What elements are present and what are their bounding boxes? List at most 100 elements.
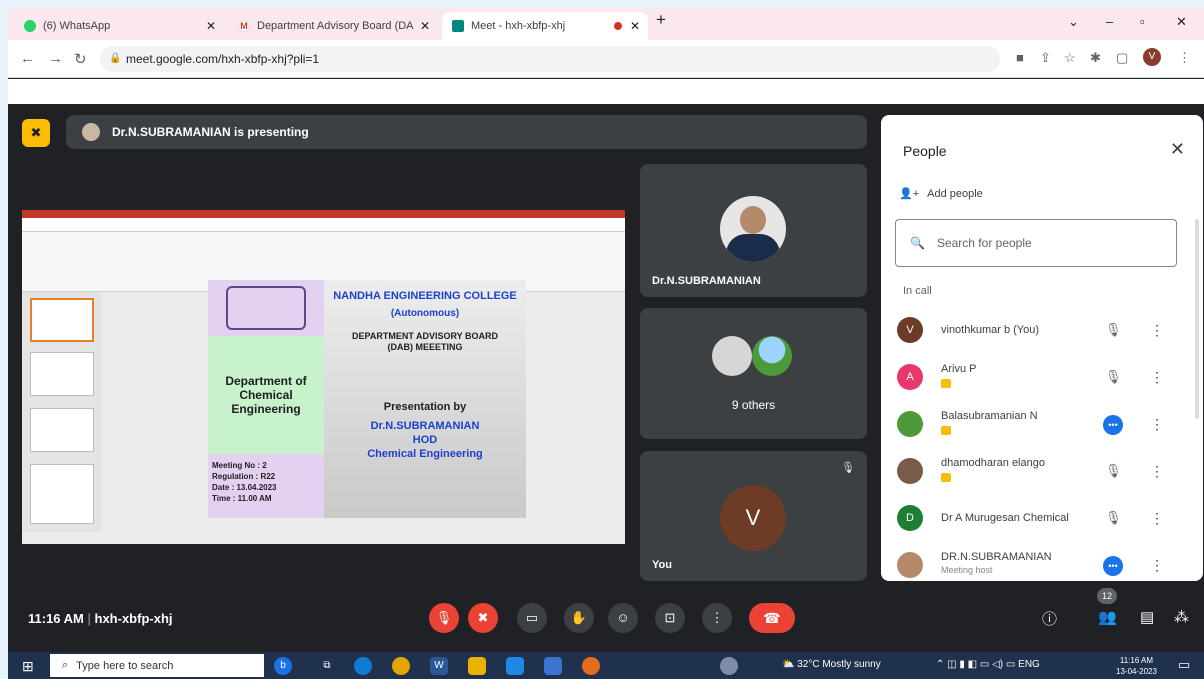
presenting-badge-icon	[941, 473, 951, 482]
chrome-icon[interactable]	[392, 657, 410, 675]
more-options-icon[interactable]: ⋮	[1150, 557, 1164, 574]
share-icon[interactable]: ⇪	[1040, 50, 1051, 66]
mail-icon[interactable]	[506, 657, 524, 675]
more-options-icon[interactable]: ⋮	[1150, 510, 1164, 527]
meeting-info-icon[interactable]: ⓘ	[1042, 608, 1057, 629]
search-icon: ⌕	[62, 659, 69, 671]
url-field[interactable]: 🔒 meet.google.com/hxh-xbfp-xhj?pli=1	[100, 46, 1000, 72]
close-tab-icon[interactable]: ✕	[420, 19, 430, 33]
clock-date: 13-04-2023	[1116, 667, 1157, 676]
close-tab-icon[interactable]: ✕	[630, 19, 640, 33]
activities-icon[interactable]: ⁂	[1174, 608, 1189, 626]
weather-widget[interactable]: ⛅ 32°C Mostly sunny	[782, 659, 881, 670]
scrollbar[interactable]	[1195, 219, 1199, 419]
mic-off-icon: 🎙	[1105, 369, 1122, 384]
in-call-header: In call	[903, 285, 932, 297]
side-panel-icon[interactable]: ▢	[1116, 50, 1128, 66]
leave-call-button[interactable]: ☎	[749, 603, 795, 633]
close-icon[interactable]: ✕	[1170, 139, 1185, 160]
participant-count-badge: 12	[1097, 588, 1117, 604]
minimize-icon[interactable]: –	[1106, 14, 1113, 29]
ppt-title-bar	[22, 210, 625, 218]
tray-icons: ⌃ ◫ ▮ ◧ ▭ ◁) ▭	[936, 659, 1019, 670]
college-seal	[226, 286, 306, 330]
close-window-icon[interactable]: ✕	[1176, 14, 1187, 30]
participant-tile-you[interactable]: 🎙 V You	[640, 451, 867, 581]
add-people-button[interactable]: 👤+ Add people	[899, 187, 983, 201]
captions-button[interactable]: ▭	[517, 603, 547, 633]
participant-name: vinothkumar b (You)	[941, 324, 1040, 336]
meeting-info: Meeting No : 2 Regulation : R22 Date : 1…	[208, 454, 324, 518]
more-options-button[interactable]: ⋮	[702, 603, 732, 633]
camera-toggle-button[interactable]: ✖	[468, 603, 498, 633]
tab-whatsapp[interactable]: (6) WhatsApp ✕	[14, 12, 224, 40]
mic-off-icon: 🎙	[841, 462, 855, 474]
participant-row[interactable]: D Dr A Murugesan Chemical 🎙 ⋮	[897, 496, 1177, 542]
file-explorer-icon[interactable]	[468, 657, 486, 675]
url-text: meet.google.com/hxh-xbfp-xhj?pli=1	[126, 52, 320, 66]
participant-tile-others[interactable]: 9 others	[640, 308, 867, 439]
participant-name: Dr.N.SUBRAMANIAN	[652, 275, 761, 287]
taskbar-search-input[interactable]: ⌕ Type here to search	[50, 654, 264, 677]
edge-icon[interactable]	[354, 657, 372, 675]
participant-tile-subramanian[interactable]: Dr.N.SUBRAMANIAN	[640, 164, 867, 297]
tab-search-icon[interactable]: ⌄	[1068, 14, 1079, 30]
extensions-icon[interactable]: ✱	[1090, 50, 1101, 66]
page-top-strip	[8, 79, 1204, 104]
reactions-button[interactable]: ☺	[608, 603, 638, 633]
forward-icon[interactable]: →	[48, 50, 63, 67]
participant-name: DR.N.SUBRAMANIAN	[941, 551, 1052, 563]
tab-gmail[interactable]: M Department Advisory Board (DA ✕	[228, 12, 438, 40]
people-icon[interactable]: 👥	[1098, 608, 1117, 626]
chrome-icon[interactable]	[582, 657, 600, 675]
camera-off-icon[interactable]: ✖	[22, 119, 50, 147]
tab-meet[interactable]: Meet - hxh-xbfp-xhj ✕	[442, 12, 648, 40]
more-options-icon[interactable]: ⋮	[1150, 369, 1164, 386]
participant-row[interactable]: Balasubramanian N ••• ⋮	[897, 402, 1177, 448]
participant-row[interactable]: DR.N.SUBRAMANIAN Meeting host ••• ⋮	[897, 543, 1177, 581]
participant-row[interactable]: A Arivu P 🎙 ⋮	[897, 355, 1177, 401]
camera-icon[interactable]: ■	[1016, 50, 1024, 65]
mic-toggle-button[interactable]: 🎙	[429, 603, 459, 633]
more-options-icon[interactable]: ⋮	[1150, 322, 1164, 339]
more-options-icon[interactable]: ⋮	[1150, 463, 1164, 480]
presentation-by: Presentation by	[383, 401, 467, 413]
system-tray[interactable]: ⌃ ◫ ▮ ◧ ▭ ◁) ▭ ENG	[936, 659, 1040, 670]
college-name: NANDHA ENGINEERING COLLEGE	[333, 290, 517, 302]
add-person-icon: 👤+	[899, 188, 920, 200]
people-search-input[interactable]: 🔍 Search for people	[895, 219, 1177, 267]
app-icon[interactable]	[720, 657, 738, 675]
dab-title-line-2: (DAB) MEEETING	[387, 342, 463, 352]
raise-hand-button[interactable]: ✋	[564, 603, 594, 633]
reload-icon[interactable]: ↻	[74, 50, 87, 68]
notifications-icon[interactable]: ▭	[1178, 657, 1190, 673]
mic-off-icon: 🎙	[1105, 510, 1122, 525]
clock-time: 11:16 AM	[1119, 656, 1154, 665]
participant-row[interactable]: dhamodharan elango 🎙 ⋮	[897, 449, 1177, 495]
store-icon[interactable]	[544, 657, 562, 675]
chat-icon[interactable]: ▤	[1140, 608, 1154, 626]
participant-row[interactable]: V vinothkumar b (You) 🎙 ⋮	[897, 308, 1177, 354]
whatsapp-icon	[24, 20, 36, 32]
slide-thumbnails	[22, 292, 102, 532]
present-screen-button[interactable]: ⊡	[655, 603, 685, 633]
close-tab-icon[interactable]: ✕	[206, 19, 216, 33]
maximize-icon[interactable]: ▫	[1140, 14, 1145, 29]
new-tab-button[interactable]: +	[656, 10, 666, 30]
bookmark-star-icon[interactable]: ☆	[1064, 50, 1076, 66]
more-options-icon[interactable]: ⋮	[1150, 416, 1164, 433]
back-icon[interactable]: ←	[20, 50, 35, 67]
menu-dots-icon[interactable]: ⋮	[1178, 50, 1191, 66]
windows-start-icon[interactable]: ⊞	[22, 658, 34, 675]
windows-taskbar: ⊞ ⌕ Type here to search b ⧉ W ⛅ 32°C Mos…	[8, 652, 1204, 679]
bing-icon[interactable]: b	[274, 657, 292, 675]
dab-title-line-1: DEPARTMENT ADVISORY BOARD	[351, 331, 498, 341]
presenting-banner: Dr.N.SUBRAMANIAN is presenting	[66, 115, 867, 149]
avatar	[897, 411, 923, 437]
taskbar-clock[interactable]: 11:16 AM 13-04-2023	[1116, 655, 1157, 677]
others-label: 9 others	[731, 398, 776, 412]
word-icon[interactable]: W	[430, 657, 448, 675]
profile-avatar[interactable]: V	[1143, 48, 1161, 66]
presenting-badge-icon	[941, 379, 951, 388]
task-view-icon[interactable]: ⧉	[318, 657, 336, 675]
